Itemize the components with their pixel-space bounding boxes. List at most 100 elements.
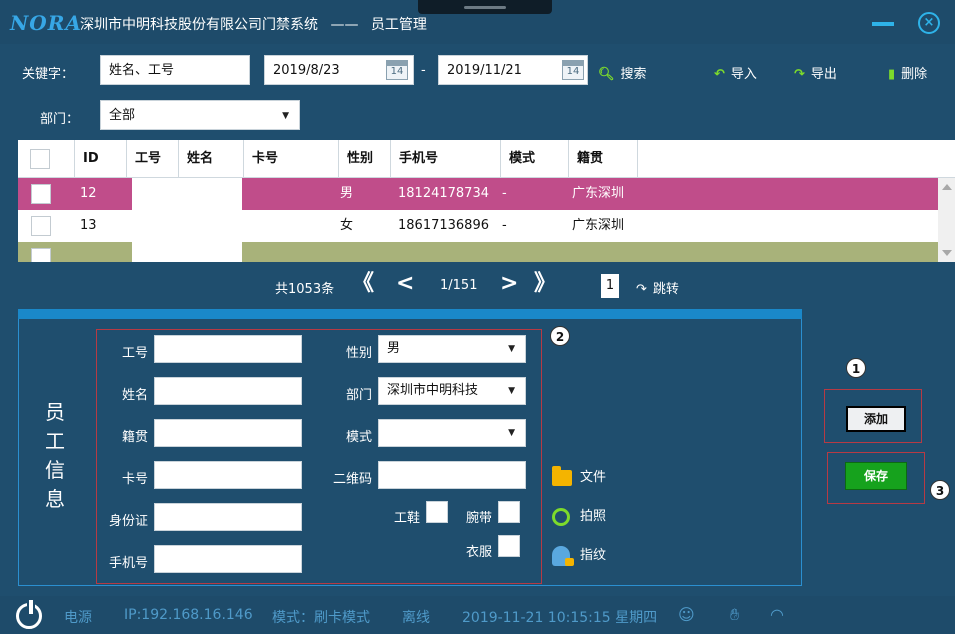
- table-row[interactable]: 13 女 18617136896 - 广东深圳: [18, 210, 938, 242]
- power-icon[interactable]: [16, 600, 42, 629]
- calendar-icon[interactable]: 14: [386, 60, 408, 80]
- gender-select[interactable]: 男 ▼: [378, 335, 526, 363]
- col-header-name[interactable]: 姓名: [178, 140, 243, 178]
- dept-select[interactable]: 全部 ▼: [100, 100, 300, 130]
- add-button[interactable]: 添加: [846, 406, 906, 432]
- calendar-day: 14: [566, 66, 580, 77]
- emp-no-input[interactable]: [154, 335, 302, 363]
- redo-arrow-icon: ↷: [636, 282, 647, 297]
- page-number-input[interactable]: 1: [601, 274, 619, 298]
- photo-button[interactable]: 拍照: [552, 505, 606, 526]
- table-row[interactable]: 12 男 18124178734 - 广东深圳: [18, 178, 938, 210]
- row-checkbox[interactable]: [31, 248, 51, 262]
- import-icon: ↶: [714, 67, 725, 82]
- scroll-up-icon[interactable]: [942, 184, 952, 190]
- department-select[interactable]: 深圳市中明科技 ▼: [378, 377, 526, 405]
- table-scrollbar[interactable]: [938, 178, 955, 262]
- callout-1: 1: [846, 358, 866, 378]
- company-system-title: 深圳市中明科技股份有限公司门禁系统: [80, 17, 318, 33]
- id-card-input[interactable]: [154, 503, 302, 531]
- col-header-mode[interactable]: 模式: [500, 140, 568, 178]
- date-separator: -: [421, 63, 426, 78]
- card-no-label: 卡号: [121, 472, 148, 487]
- next-page-button[interactable]: >: [500, 272, 518, 296]
- first-page-button[interactable]: 《: [352, 272, 374, 296]
- dept-label: 部门：: [40, 112, 80, 127]
- row-checkbox[interactable]: [31, 184, 51, 204]
- last-page-button[interactable]: 》: [534, 272, 556, 296]
- callout-3: 3: [930, 480, 950, 500]
- col-header-emp-no[interactable]: 工号: [126, 140, 178, 178]
- row-checkbox[interactable]: [31, 216, 51, 236]
- department-select-value: 深圳市中明科技: [387, 383, 479, 398]
- cell-origin: 广东深圳: [572, 218, 625, 233]
- title-bar: NORA 深圳市中明科技股份有限公司门禁系统 —— 员工管理 ×: [0, 0, 955, 44]
- keyword-input[interactable]: 姓名、工号: [100, 55, 250, 85]
- gender-label: 性别: [345, 346, 372, 361]
- clothes-checkbox[interactable]: [498, 535, 520, 557]
- export-label: 导出: [810, 67, 837, 82]
- minimize-button[interactable]: [872, 22, 894, 26]
- wristband-checkbox[interactable]: [498, 501, 520, 523]
- shoes-checkbox[interactable]: [426, 501, 448, 523]
- import-button[interactable]: ↶ 导入: [714, 63, 757, 82]
- file-button[interactable]: 文件: [552, 465, 607, 486]
- col-header-origin[interactable]: 籍贯: [568, 140, 638, 178]
- scroll-down-icon[interactable]: [942, 250, 952, 256]
- file-label: 文件: [580, 470, 607, 485]
- save-button[interactable]: 保存: [845, 462, 907, 490]
- export-button[interactable]: ↷ 导出: [794, 63, 837, 82]
- panel-header-bar: [18, 309, 802, 319]
- cell-origin: 广东深圳: [572, 186, 625, 201]
- module-title: 员工管理: [370, 17, 427, 33]
- origin-label: 籍贯: [121, 430, 148, 445]
- search-icon: 🔍︎: [598, 67, 615, 82]
- mode-select[interactable]: ▼: [378, 419, 526, 447]
- chevron-down-icon: ▼: [508, 344, 515, 354]
- folder-icon: [552, 465, 572, 486]
- card-no-input[interactable]: [154, 461, 302, 489]
- clothes-label: 衣服: [465, 545, 492, 560]
- calendar-icon[interactable]: 14: [562, 60, 584, 80]
- prev-page-button[interactable]: <: [396, 272, 414, 296]
- cell-id: 12: [80, 186, 97, 201]
- shoes-label: 工鞋: [393, 511, 420, 526]
- cell-mode: -: [502, 218, 507, 233]
- mode-label: 模式: [345, 430, 372, 445]
- chevron-down-icon: ▼: [508, 428, 515, 438]
- qr-code-input[interactable]: [378, 461, 526, 489]
- wifi-icon: ◠: [770, 605, 784, 624]
- mode-status: 模式：刷卡模式: [272, 610, 370, 626]
- photo-label: 拍照: [580, 509, 607, 524]
- col-header-phone[interactable]: 手机号: [390, 140, 500, 178]
- import-label: 导入: [730, 67, 757, 82]
- fingerprint-button[interactable]: 指纹: [552, 544, 606, 566]
- fingerprint-label: 指纹: [580, 548, 607, 563]
- fingerprint-icon: [552, 545, 574, 566]
- title-separator: ——: [330, 17, 359, 33]
- dept-select-value: 全部: [109, 108, 136, 123]
- chevron-down-icon: ▼: [504, 378, 515, 404]
- col-header-card-no[interactable]: 卡号: [243, 140, 338, 178]
- search-button[interactable]: 🔍︎ 搜索: [598, 63, 647, 82]
- jump-button[interactable]: ↷ 跳转: [636, 278, 679, 297]
- table-header: ID 工号 姓名 卡号 性别 手机号 模式 籍贯: [18, 140, 955, 178]
- trash-icon: ▮: [888, 67, 896, 82]
- calendar-day: 14: [390, 66, 404, 77]
- select-all-checkbox[interactable]: [30, 149, 50, 169]
- col-header-gender[interactable]: 性别: [338, 140, 390, 178]
- origin-input[interactable]: [154, 419, 302, 447]
- name-input[interactable]: [154, 377, 302, 405]
- date-from-value: 2019/8/23: [273, 63, 340, 78]
- phone-input[interactable]: [154, 545, 302, 573]
- emp-no-label: 工号: [121, 346, 148, 361]
- datetime-status: 2019-11-21 10:15:15 星期四: [462, 610, 658, 626]
- delete-label: 删除: [901, 67, 928, 82]
- col-header-id[interactable]: ID: [74, 140, 126, 178]
- chevron-down-icon: ▼: [282, 111, 289, 121]
- table-row[interactable]: [18, 242, 938, 262]
- close-icon[interactable]: ×: [918, 12, 940, 34]
- id-card-label: 身份证: [108, 514, 148, 529]
- delete-button[interactable]: ▮ 删除: [888, 63, 927, 82]
- export-icon: ↷: [794, 67, 805, 82]
